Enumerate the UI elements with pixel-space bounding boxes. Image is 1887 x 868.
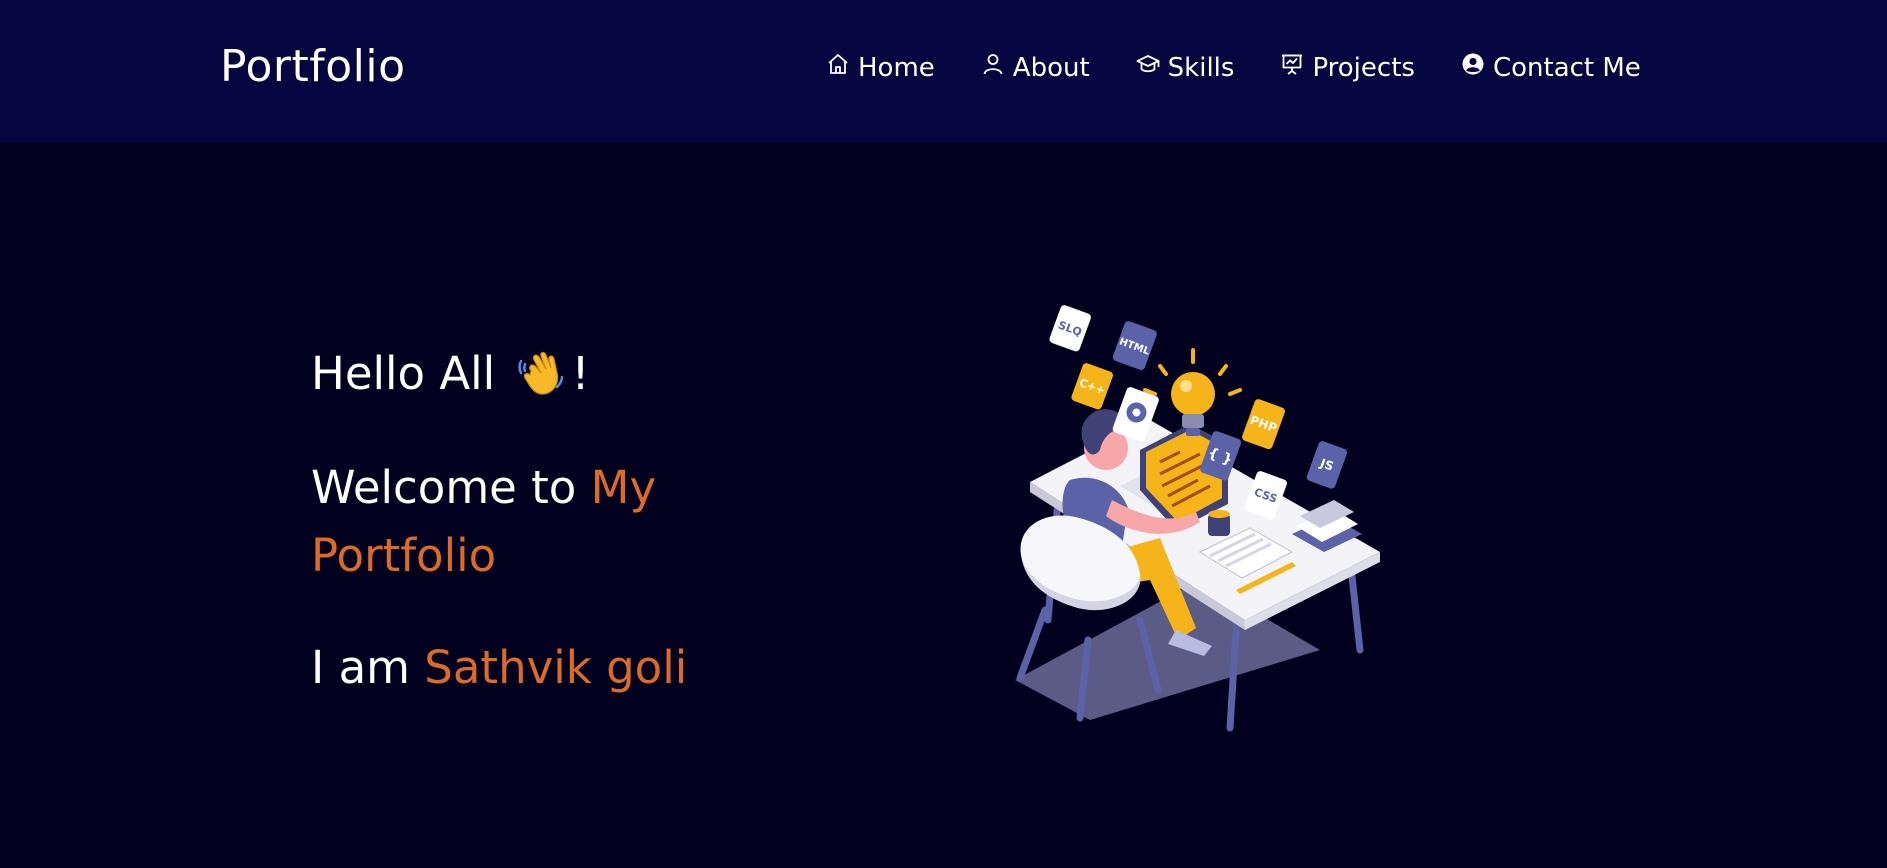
home-icon (826, 52, 850, 76)
user-icon (981, 52, 1005, 76)
intro-line: I am Sathvik goli (311, 634, 791, 702)
user-circle-icon (1461, 52, 1485, 76)
developer-illustration: SLQ HTML C++ PHP JS CSS {} (1000, 290, 1400, 740)
nav-about[interactable]: About (981, 53, 1090, 83)
nav-home-label: Home (858, 53, 935, 83)
nav-skills-label: Skills (1167, 53, 1235, 83)
presentation-chart-icon (1280, 52, 1304, 76)
intro-prefix: I am (311, 641, 425, 694)
navbar: Portfolio Home About Skills Projects Con… (0, 0, 1887, 142)
nav-home[interactable]: Home (826, 53, 935, 83)
nav-about-label: About (1012, 53, 1090, 83)
greeting-text: Hello All (311, 347, 496, 400)
nav-projects-label: Projects (1312, 53, 1415, 83)
welcome-line: Welcome to My Portfolio (311, 454, 791, 590)
nav-projects[interactable]: Projects (1280, 53, 1415, 83)
nav-links: Home About Skills Projects Contact Me (826, 48, 1641, 88)
hero-text: Hello All ! Welcome to My Portfolio I am… (311, 340, 791, 702)
greeting-line: Hello All ! (311, 340, 791, 408)
nav-contact-label: Contact Me (1492, 53, 1641, 83)
nav-skills[interactable]: Skills (1136, 52, 1235, 83)
nav-contact[interactable]: Contact Me (1461, 53, 1641, 83)
welcome-prefix: Welcome to (311, 461, 591, 514)
greeting-suffix: ! (571, 347, 590, 400)
waving-hand-icon (515, 347, 567, 397)
brand-logo[interactable]: Portfolio (220, 38, 406, 96)
graduation-cap-icon (1136, 52, 1160, 76)
intro-name: Sathvik goli (424, 641, 688, 694)
